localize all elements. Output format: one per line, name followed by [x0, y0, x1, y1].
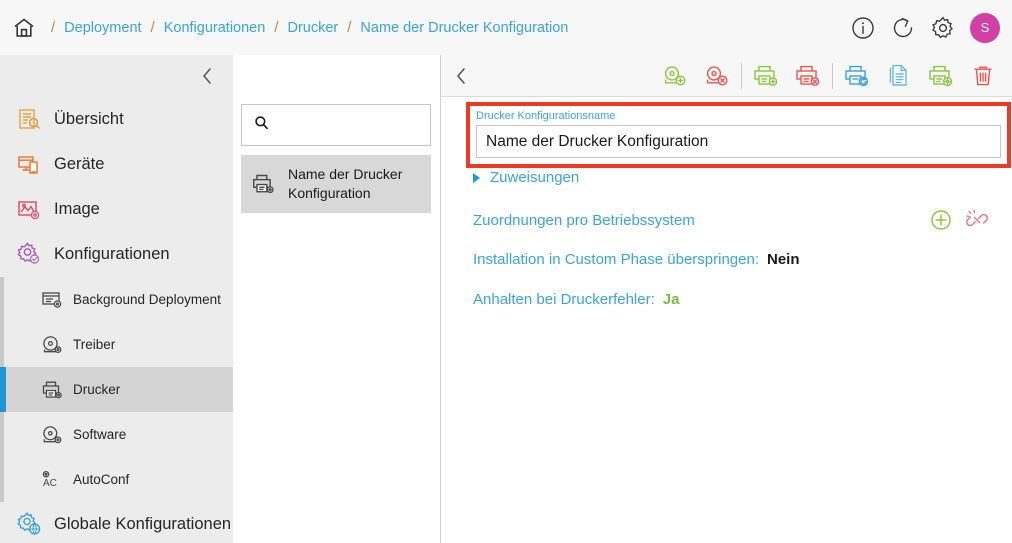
breadcrumb-item-drucker[interactable]: Drucker	[287, 20, 338, 36]
top-bar: / Deployment / Konfigurationen / Drucker…	[0, 0, 1012, 55]
image-gear-icon	[14, 195, 44, 225]
search-icon	[254, 115, 269, 135]
search-input[interactable]	[277, 116, 421, 134]
delete-printer-button[interactable]	[787, 59, 829, 93]
halt-on-printer-error-row: Anhalten bei Druckerfehler: Ja	[473, 291, 679, 308]
back-button[interactable]	[453, 66, 469, 86]
global-configuration-icon	[14, 510, 44, 540]
list-item-label: Name der Drucker Konfiguration	[288, 166, 403, 201]
printer-icon	[251, 172, 277, 196]
add-printer-button[interactable]	[745, 59, 787, 93]
breadcrumb-separator: /	[51, 19, 56, 36]
os-assignments-row: Zuordnungen pro Betriebssystem	[473, 209, 996, 231]
sidebar-item-label: Image	[54, 200, 100, 218]
main-content: Drucker Konfigurationsname Zuweisungen Z…	[441, 97, 1012, 543]
skip-custom-phase-row: Installation in Custom Phase überspringe…	[473, 251, 800, 268]
sidebar-item-gerate[interactable]: Geräte	[0, 142, 233, 187]
avatar[interactable]: S	[970, 12, 1000, 43]
sidebar-item-software[interactable]: Software	[0, 412, 233, 457]
toolbar-separator	[832, 63, 833, 89]
info-circle-icon[interactable]	[850, 15, 876, 41]
skip-custom-phase-label: Installation in Custom Phase überspringe…	[473, 251, 759, 268]
search-box[interactable]	[241, 104, 431, 146]
devices-icon	[14, 150, 44, 180]
gear-icon[interactable]	[930, 15, 956, 41]
assignments-label: Zuweisungen	[490, 169, 580, 186]
trash-icon[interactable]	[962, 59, 1004, 93]
list-item[interactable]: Name der Drucker Konfiguration	[241, 155, 431, 213]
autoconf-icon: AC	[40, 468, 64, 492]
sidebar-item-globale-konfigurationen[interactable]: Globale Konfigurationen	[0, 502, 233, 543]
breadcrumb-separator: /	[347, 19, 352, 36]
sidebar-item-background-deployment[interactable]: Background Deployment	[0, 277, 233, 322]
add-driver-disc-button[interactable]	[654, 59, 696, 93]
sidebar-item-label: Globale Konfigurationen	[54, 515, 232, 533]
sidebar: Übersicht Geräte Image Konfigurationen B…	[0, 55, 233, 543]
broken-link-icon[interactable]	[966, 209, 988, 231]
svg-text:AC: AC	[43, 478, 57, 489]
toolbar-buttons	[654, 55, 1004, 97]
os-assignments-actions	[930, 209, 988, 231]
copy-document-button[interactable]	[878, 59, 920, 93]
refresh-icon[interactable]	[890, 15, 916, 41]
sidebar-item-ubersicht[interactable]: Übersicht	[0, 97, 233, 142]
halt-on-printer-error-value: Ja	[662, 291, 680, 308]
breadcrumb-item-konfigurationen[interactable]: Konfigurationen	[164, 20, 266, 36]
sidebar-collapse-button[interactable]	[0, 55, 233, 97]
sidebar-item-autoconf[interactable]: AC AutoConf	[0, 457, 233, 502]
sidebar-item-treiber[interactable]: Treiber	[0, 322, 233, 367]
halt-on-printer-error-label: Anhalten bei Druckerfehler:	[473, 291, 655, 308]
printer-icon	[40, 378, 64, 402]
breadcrumb-separator: /	[274, 19, 279, 36]
background-deployment-icon	[40, 288, 64, 312]
sidebar-item-drucker[interactable]: Drucker	[0, 367, 233, 412]
assignments-toggle[interactable]: Zuweisungen	[473, 169, 579, 186]
content-toolbar	[441, 55, 1012, 97]
plus-circle-icon[interactable]	[930, 209, 952, 231]
driver-disc-icon	[40, 333, 64, 357]
configuration-gear-icon	[14, 240, 44, 270]
printer-config-name-field-highlight: Drucker Konfigurationsname	[466, 102, 1011, 168]
sidebar-item-label: Background Deployment	[73, 292, 221, 307]
breadcrumb: / Deployment / Konfigurationen / Drucker…	[42, 19, 568, 36]
printer-config-name-label: Drucker Konfigurationsname	[476, 110, 616, 122]
breadcrumb-separator: /	[150, 19, 155, 36]
printer-config-name-input[interactable]	[476, 125, 1001, 158]
sidebar-item-label: Konfigurationen	[54, 245, 170, 263]
sidebar-item-label: Software	[73, 427, 127, 442]
printer-settings-button[interactable]	[920, 59, 962, 93]
skip-custom-phase-value: Nein	[767, 251, 800, 268]
os-assignments-label: Zuordnungen pro Betriebssystem	[473, 211, 695, 229]
breadcrumb-item-current[interactable]: Name der Drucker Konfiguration	[360, 20, 568, 36]
toolbar-separator	[741, 63, 742, 89]
sync-printer-button[interactable]	[836, 59, 878, 93]
list-panel: Name der Drucker Konfiguration	[233, 55, 441, 543]
breadcrumb-item-deployment[interactable]: Deployment	[64, 20, 141, 36]
top-bar-actions: S	[850, 0, 1000, 55]
remove-driver-disc-button[interactable]	[696, 59, 738, 93]
sidebar-item-label: AutoConf	[73, 472, 130, 487]
sidebar-item-label: Treiber	[73, 337, 116, 352]
sidebar-item-label: Übersicht	[54, 110, 124, 128]
sidebar-item-label: Drucker	[73, 382, 121, 397]
sidebar-item-konfigurationen[interactable]: Konfigurationen	[0, 232, 233, 277]
home-icon[interactable]	[10, 14, 38, 42]
sidebar-item-image[interactable]: Image	[0, 187, 233, 232]
sidebar-item-label: Geräte	[54, 155, 105, 173]
overview-document-search-icon	[14, 105, 44, 135]
software-disc-icon	[40, 423, 64, 447]
triangle-right-icon	[473, 172, 480, 183]
